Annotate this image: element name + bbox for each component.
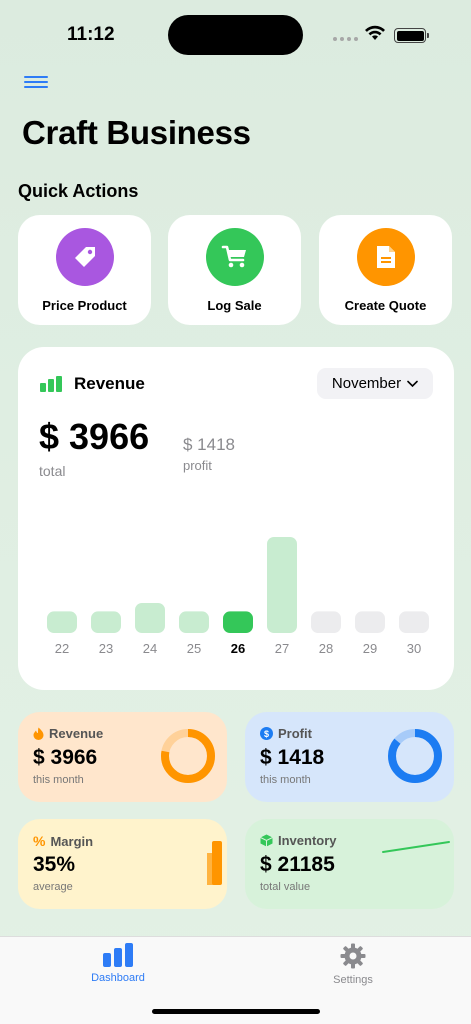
battery-icon (394, 28, 429, 43)
revenue-profit-label: profit (183, 458, 212, 473)
stat-profit-title: Profit (278, 726, 312, 741)
stat-revenue-sub: this month (33, 774, 84, 786)
svg-text:$: $ (264, 729, 269, 739)
bar-label-30: 30 (407, 641, 421, 655)
revenue-ring-chart (161, 729, 215, 783)
revenue-chart-icon (40, 376, 62, 392)
home-indicator[interactable] (152, 1009, 320, 1014)
stat-margin-sub: average (33, 881, 73, 893)
stat-profit-value: $ 1418 (260, 746, 325, 769)
revenue-card: Revenue November $ 3966 total $ 1418 pro… (18, 347, 454, 690)
inventory-trend-line (382, 841, 450, 853)
tag-icon (55, 228, 114, 286)
document-icon (356, 228, 415, 286)
bar-label-23: 23 (99, 641, 113, 655)
bar-28[interactable] (311, 611, 341, 633)
create-quote-button[interactable]: Create Quote (319, 215, 452, 325)
bar-23[interactable] (91, 611, 121, 633)
month-selector[interactable]: November (317, 368, 433, 399)
bar-label-26: 26 (231, 641, 245, 655)
menu-icon (24, 76, 48, 78)
stat-revenue-title: Revenue (49, 726, 104, 741)
revenue-title: Revenue (74, 374, 145, 393)
stat-inventory-value: $ 21185 (260, 853, 335, 876)
dynamic-island (168, 15, 303, 55)
create-quote-label: Create Quote (344, 298, 427, 313)
tab-dashboard[interactable]: Dashboard (58, 943, 178, 984)
bar-label-22: 22 (55, 641, 69, 655)
chart-bar-icon (103, 943, 133, 967)
gear-icon (340, 943, 366, 969)
stat-profit-sub: this month (260, 774, 311, 786)
margin-bar-chart (207, 841, 222, 885)
revenue-profit: $ 1418 (183, 435, 235, 454)
status-bar: 11:12 (0, 0, 471, 70)
menu-button[interactable] (24, 76, 48, 92)
bar-label-25: 25 (187, 641, 201, 655)
stat-revenue-card[interactable]: Revenue $ 3966 this month (18, 712, 227, 802)
log-sale-button[interactable]: Log Sale (168, 215, 301, 325)
bar-27[interactable] (267, 537, 297, 633)
bar-22[interactable] (47, 611, 77, 633)
log-sale-label: Log Sale (207, 298, 262, 313)
bar-label-29: 29 (363, 641, 377, 655)
box-icon (260, 834, 273, 847)
flame-icon (33, 727, 44, 740)
tab-settings[interactable]: Settings (293, 943, 413, 986)
price-product-label: Price Product (42, 298, 127, 313)
revenue-bar-chart[interactable]: 22 23 24 25 26 27 28 29 30 (40, 525, 436, 655)
bar-label-27: 27 (275, 641, 289, 655)
stat-inventory-title: Inventory (278, 833, 337, 848)
tab-settings-label: Settings (333, 974, 373, 986)
stat-margin-title: Margin (50, 833, 94, 849)
bar-26[interactable] (223, 611, 253, 633)
profit-ring-chart (388, 729, 442, 783)
stat-inventory-card[interactable]: Inventory $ 21185 total value (245, 819, 454, 909)
bar-24[interactable] (135, 603, 165, 633)
page-title: Craft Business (22, 114, 251, 151)
wifi-icon (365, 25, 385, 40)
signal-icon (333, 37, 358, 41)
price-product-button[interactable]: Price Product (18, 215, 151, 325)
bar-25[interactable] (179, 611, 209, 633)
revenue-total-label: total (39, 463, 66, 479)
stat-profit-card[interactable]: $ Profit $ 1418 this month (245, 712, 454, 802)
month-label: November (331, 375, 402, 392)
status-time: 11:12 (67, 24, 115, 45)
revenue-total: $ 3966 (39, 416, 150, 457)
tab-dashboard-label: Dashboard (91, 972, 145, 984)
cart-icon (205, 228, 264, 286)
quick-actions-title: Quick Actions (18, 181, 139, 201)
bar-29[interactable] (355, 611, 385, 633)
bar-label-24: 24 (143, 641, 157, 655)
stat-inventory-sub: total value (260, 881, 311, 893)
percent-icon: % (33, 833, 46, 849)
stat-revenue-value: $ 3966 (33, 746, 98, 769)
bar-30[interactable] (399, 611, 429, 633)
stat-margin-value: 35% (33, 853, 76, 876)
bar-label-28: 28 (319, 641, 333, 655)
dollar-icon: $ (260, 727, 273, 740)
chevron-down-icon (407, 380, 418, 387)
stat-margin-card[interactable]: % Margin 35% average (18, 819, 227, 909)
